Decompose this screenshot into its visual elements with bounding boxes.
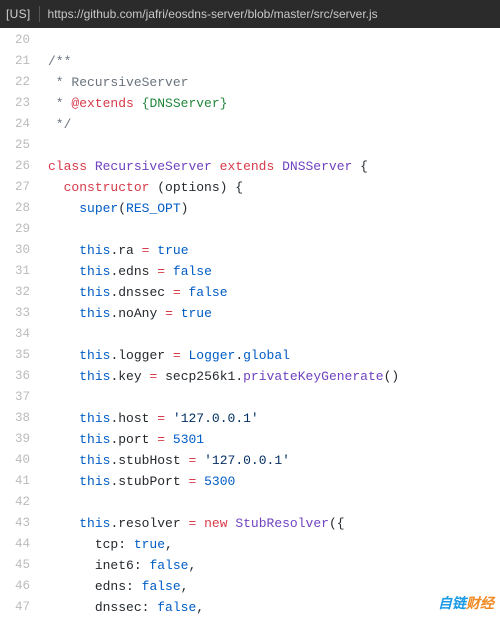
line-number-gutter: 2021222324252627282930313233343536373839… bbox=[0, 30, 48, 618]
code-line: * @extends {DNSServer} bbox=[48, 93, 500, 114]
line-number: 26 bbox=[0, 156, 30, 177]
code-line: this.host = '127.0.0.1' bbox=[48, 408, 500, 429]
line-number: 25 bbox=[0, 135, 30, 156]
code-lines: /** * RecursiveServer * @extends {DNSSer… bbox=[48, 30, 500, 618]
line-number: 31 bbox=[0, 261, 30, 282]
line-number: 37 bbox=[0, 387, 30, 408]
code-line: this.logger = Logger.global bbox=[48, 345, 500, 366]
line-number: 34 bbox=[0, 324, 30, 345]
line-number: 20 bbox=[0, 30, 30, 51]
line-number: 29 bbox=[0, 219, 30, 240]
code-line: /** bbox=[48, 51, 500, 72]
line-number: 33 bbox=[0, 303, 30, 324]
code-line bbox=[48, 219, 500, 240]
code-line: constructor (options) { bbox=[48, 177, 500, 198]
code-line: this.edns = false bbox=[48, 261, 500, 282]
code-line: this.key = secp256k1.privateKeyGenerate(… bbox=[48, 366, 500, 387]
code-line bbox=[48, 492, 500, 513]
code-line: this.dnssec = false bbox=[48, 282, 500, 303]
browser-address-bar: [US] bbox=[0, 0, 500, 28]
code-line: this.stubHost = '127.0.0.1' bbox=[48, 450, 500, 471]
region-indicator: [US] bbox=[6, 7, 31, 21]
code-line: * RecursiveServer bbox=[48, 72, 500, 93]
line-number: 21 bbox=[0, 51, 30, 72]
code-line bbox=[48, 324, 500, 345]
line-number: 38 bbox=[0, 408, 30, 429]
code-line: tcp: true, bbox=[48, 534, 500, 555]
code-line bbox=[48, 387, 500, 408]
address-bar-divider bbox=[39, 6, 40, 22]
line-number: 46 bbox=[0, 576, 30, 597]
code-line: class RecursiveServer extends DNSServer … bbox=[48, 156, 500, 177]
line-number: 39 bbox=[0, 429, 30, 450]
line-number: 22 bbox=[0, 72, 30, 93]
line-number: 30 bbox=[0, 240, 30, 261]
line-number: 40 bbox=[0, 450, 30, 471]
line-number: 27 bbox=[0, 177, 30, 198]
code-line: this.resolver = new StubResolver({ bbox=[48, 513, 500, 534]
code-line: this.ra = true bbox=[48, 240, 500, 261]
line-number: 47 bbox=[0, 597, 30, 618]
code-line: this.port = 5301 bbox=[48, 429, 500, 450]
line-number: 43 bbox=[0, 513, 30, 534]
line-number: 45 bbox=[0, 555, 30, 576]
code-line: this.stubPort = 5300 bbox=[48, 471, 500, 492]
code-line: this.noAny = true bbox=[48, 303, 500, 324]
code-line: dnssec: false, bbox=[48, 597, 500, 618]
code-line: */ bbox=[48, 114, 500, 135]
line-number: 32 bbox=[0, 282, 30, 303]
code-line bbox=[48, 30, 500, 51]
line-number: 41 bbox=[0, 471, 30, 492]
line-number: 35 bbox=[0, 345, 30, 366]
line-number: 24 bbox=[0, 114, 30, 135]
code-viewer[interactable]: 2021222324252627282930313233343536373839… bbox=[0, 28, 500, 618]
code-line: inet6: false, bbox=[48, 555, 500, 576]
line-number: 42 bbox=[0, 492, 30, 513]
code-line: edns: false, bbox=[48, 576, 500, 597]
code-line bbox=[48, 135, 500, 156]
line-number: 44 bbox=[0, 534, 30, 555]
line-number: 36 bbox=[0, 366, 30, 387]
code-line: super(RES_OPT) bbox=[48, 198, 500, 219]
line-number: 28 bbox=[0, 198, 30, 219]
line-number: 23 bbox=[0, 93, 30, 114]
url-input[interactable] bbox=[48, 7, 494, 21]
